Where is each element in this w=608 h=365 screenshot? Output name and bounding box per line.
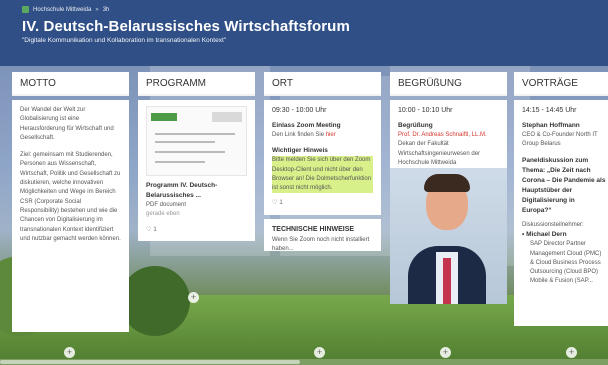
partner-logo bbox=[212, 112, 242, 122]
zoom-link[interactable]: hier bbox=[326, 132, 336, 138]
heart-icon[interactable]: ♡ bbox=[272, 199, 277, 208]
card-text: Wenn Sie Zoom noch nicht installiert hab… bbox=[272, 236, 370, 251]
like-count: 1 bbox=[153, 226, 157, 233]
post-card[interactable]: Programm IV. Deutsch-Belarussisches ... … bbox=[138, 100, 255, 242]
thumb-text-line bbox=[155, 141, 215, 143]
attachment-title[interactable]: Programm IV. Deutsch-Belarussisches ... bbox=[146, 181, 247, 201]
post-card[interactable]: Der Wandel der Welt zur Globalisierung i… bbox=[12, 100, 129, 332]
column-header-programm[interactable]: PROGRAMM bbox=[138, 72, 255, 96]
event-time: 14:15 - 14:45 Uhr bbox=[522, 107, 577, 114]
photo-tie bbox=[443, 258, 451, 305]
hochschule-logo bbox=[151, 113, 177, 121]
panel-title: Paneldiskussion zum Thema: „Die Zeit nac… bbox=[522, 156, 606, 214]
thumb-text-line bbox=[155, 133, 235, 135]
link-text: Den Link finden Sie bbox=[272, 131, 326, 138]
speaker-role: CEO & Co-Founder North IT Group Belarus bbox=[522, 131, 598, 148]
breadcrumb-separator: » bbox=[95, 6, 99, 13]
event-title: Einlass Zoom Meeting bbox=[272, 121, 341, 129]
post-card[interactable]: TECHNISCHE HINWEISE Wenn Sie Zoom noch n… bbox=[264, 218, 381, 251]
speaker-name: Stephan Hoffmann bbox=[522, 121, 580, 129]
post-card[interactable]: 14:15 - 14:45 Uhr Stephan Hoffmann CEO &… bbox=[514, 100, 608, 326]
page-title: IV. Deutsch-Belarussisches Wirtschaftsfo… bbox=[22, 18, 350, 35]
add-post-button[interactable]: + bbox=[440, 347, 451, 358]
speaker-name: Prof. Dr. Andreas Schnaiftl, LL.M. bbox=[398, 131, 487, 138]
hint-title: Wichtiger Hinweis bbox=[272, 147, 328, 155]
column-motto: MOTTO Der Wandel der Welt zur Globalisie… bbox=[12, 72, 129, 332]
speaker-photo[interactable] bbox=[390, 168, 507, 305]
column-ort: ORT 09:30 - 10:00 Uhr Einlass Zoom Meeti… bbox=[264, 72, 381, 251]
breadcrumb-time: 3h bbox=[102, 6, 110, 13]
thumb-text-line bbox=[155, 161, 205, 163]
like-button[interactable]: ♡ 1 bbox=[272, 199, 373, 208]
board-header: Hochschule Mittweida » 3h IV. Deutsch-Be… bbox=[0, 0, 608, 66]
horizontal-scrollbar[interactable] bbox=[0, 359, 608, 365]
breadcrumb: Hochschule Mittweida » 3h bbox=[22, 6, 608, 13]
column-header-vortraege[interactable]: VORTRÄGE bbox=[514, 72, 608, 96]
tree bbox=[120, 266, 190, 336]
column-header-motto[interactable]: MOTTO bbox=[12, 72, 129, 96]
hochschule-logo-icon bbox=[22, 6, 29, 13]
breadcrumb-org[interactable]: Hochschule Mittweida bbox=[33, 7, 91, 13]
add-post-button[interactable]: + bbox=[314, 347, 325, 358]
column-vortraege: VORTRÄGE 14:15 - 14:45 Uhr Stephan Hoffm… bbox=[514, 72, 608, 326]
event-time: 10:00 - 10:10 Uhr bbox=[398, 107, 453, 114]
add-post-button[interactable]: + bbox=[566, 347, 577, 358]
link-line: Den Link finden Sie hier bbox=[272, 131, 373, 140]
add-post-button[interactable]: + bbox=[64, 347, 75, 358]
card-title: TECHNISCHE HINWEISE bbox=[272, 225, 355, 233]
participant-name: • Michael Dern bbox=[522, 231, 567, 239]
participant-name-text: Michael Dern bbox=[526, 231, 567, 239]
column-begruessung: BEGRÜßUNG 10:00 - 10:10 Uhr Begrüßung Pr… bbox=[390, 72, 507, 305]
post-card[interactable]: 10:00 - 10:10 Uhr Begrüßung Prof. Dr. An… bbox=[390, 100, 507, 169]
photo-hair bbox=[424, 174, 470, 193]
attachment-meta: gerade eben bbox=[146, 211, 180, 218]
like-count: 1 bbox=[279, 200, 283, 207]
speaker-role: Dekan der Fakultät Wirtschaftsingenieurw… bbox=[398, 141, 481, 166]
hint-text: Bitte melden Sie sich über den Zoom Desk… bbox=[272, 156, 373, 194]
column-header-begruessung[interactable]: BEGRÜßUNG bbox=[390, 72, 507, 96]
participants-label: Diskussionsteilnehmer: bbox=[522, 221, 584, 228]
page-subtitle: "Digitale Kommunikation und Kollaboratio… bbox=[22, 37, 227, 44]
thumb-text-line bbox=[155, 151, 225, 153]
attachment-type: PDF document bbox=[146, 202, 187, 209]
event-title: Begrüßung bbox=[398, 121, 433, 129]
add-post-button[interactable]: + bbox=[188, 292, 199, 303]
column-header-ort[interactable]: ORT bbox=[264, 72, 381, 96]
event-time: 09:30 - 10:00 Uhr bbox=[272, 107, 327, 114]
motto-text-1: Der Wandel der Welt zur Globalisierung i… bbox=[20, 107, 114, 141]
participant-role: SAP Director Partner Management Cloud (P… bbox=[530, 241, 602, 285]
post-card[interactable]: 09:30 - 10:00 Uhr Einlass Zoom Meeting D… bbox=[264, 100, 381, 215]
heart-icon[interactable]: ♡ bbox=[146, 226, 151, 235]
motto-text-2: Ziel: gemeinsam mit Studierenden, Person… bbox=[20, 152, 121, 242]
like-button[interactable]: ♡ 1 bbox=[146, 226, 247, 235]
column-programm: PROGRAMM Programm IV. Deutsch-Belarussis… bbox=[138, 72, 255, 242]
pdf-thumbnail[interactable] bbox=[146, 106, 247, 176]
scrollbar-thumb[interactable] bbox=[0, 360, 300, 364]
